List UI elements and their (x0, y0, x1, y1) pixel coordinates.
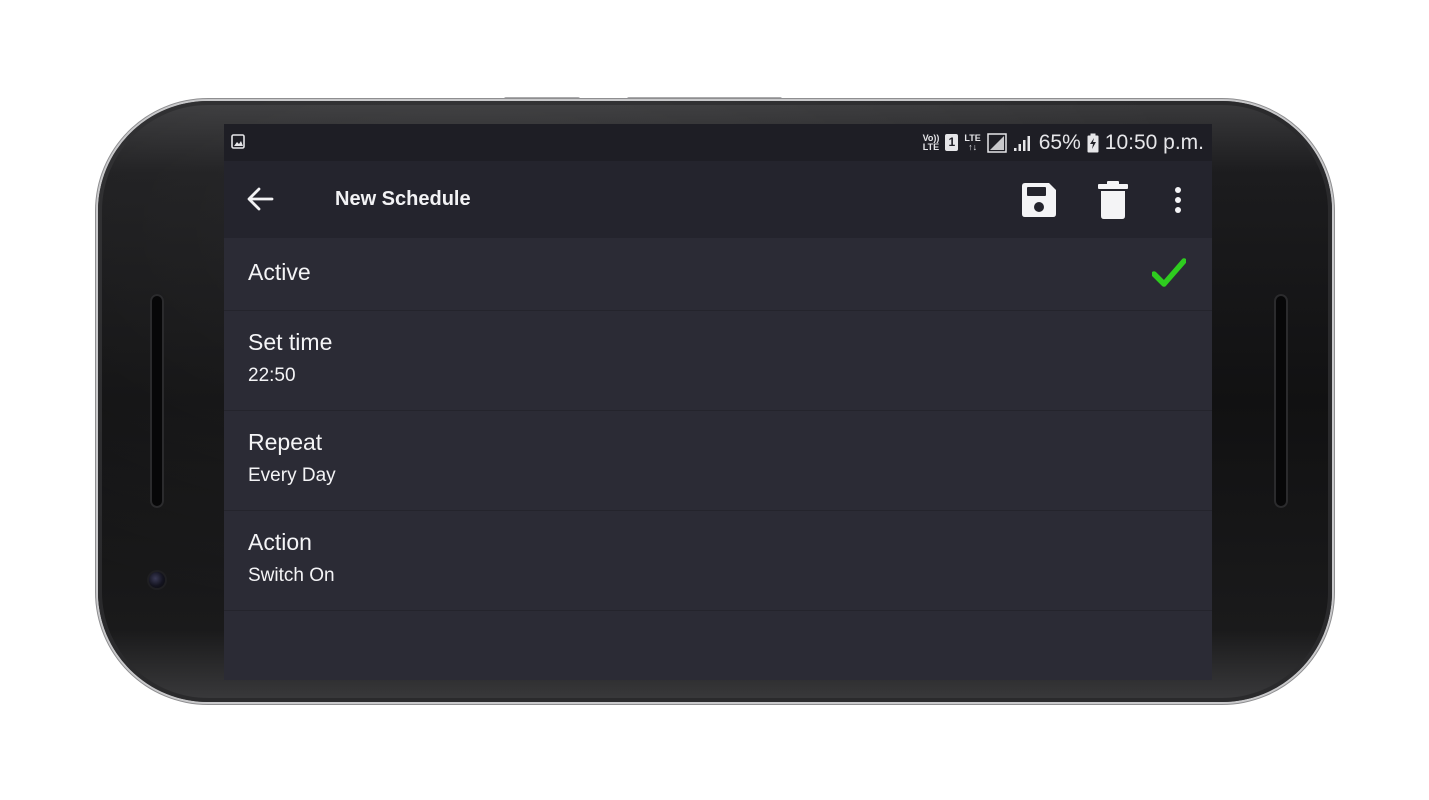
signal-sim2-icon (986, 132, 1007, 153)
signal-strength-icon (1013, 135, 1030, 151)
repeat-value: Every Day (248, 465, 336, 486)
battery-charging-icon (1087, 133, 1099, 152)
left-speaker-grille (150, 294, 164, 508)
back-button[interactable] (242, 181, 278, 217)
more-options-button[interactable] (1157, 179, 1199, 221)
page-title: New Schedule (335, 188, 471, 210)
arrow-left-icon (247, 187, 274, 211)
front-camera (149, 572, 165, 588)
repeat-label: Repeat (248, 429, 323, 455)
sim-slot-indicator: 1 (945, 134, 959, 151)
delete-button[interactable] (1092, 179, 1134, 221)
set-time-label: Set time (248, 329, 333, 355)
status-bar: Vo)) LTE 1 LTE ↑↓ 65% 10:50 p.m. (224, 124, 1212, 161)
action-row[interactable]: Action Switch On (224, 511, 1212, 611)
active-row[interactable]: Active (224, 238, 1212, 311)
right-speaker-grille (1274, 294, 1288, 508)
lte-data-indicator: LTE ↑↓ (964, 132, 981, 152)
action-value: Switch On (248, 565, 335, 586)
save-button[interactable] (1018, 179, 1060, 221)
checkmark-icon[interactable] (1152, 258, 1186, 288)
trash-icon (1098, 181, 1128, 219)
clock: 10:50 p.m. (1104, 130, 1204, 154)
set-time-value: 22:50 (248, 365, 296, 386)
status-icons: Vo)) LTE 1 LTE ↑↓ 65% 10:50 p.m. (923, 124, 1204, 161)
repeat-row[interactable]: Repeat Every Day (224, 411, 1212, 511)
more-vertical-icon (1175, 187, 1181, 213)
battery-percent: 65% (1038, 130, 1081, 154)
action-label: Action (248, 529, 312, 555)
app-toolbar: New Schedule (224, 161, 1212, 238)
floppy-disk-icon (1022, 183, 1056, 217)
active-label: Active (248, 259, 311, 285)
app-screen: Vo)) LTE 1 LTE ↑↓ 65% 10:50 p.m. New Sch… (224, 124, 1212, 680)
screenshot-stage: Vo)) LTE 1 LTE ↑↓ 65% 10:50 p.m. New Sch… (0, 0, 1429, 800)
volte-indicator: Vo)) LTE (922, 132, 940, 152)
set-time-row[interactable]: Set time 22:50 (224, 311, 1212, 411)
schedule-settings-list: Active Set time 22:50 Repeat Every Day A… (224, 238, 1212, 611)
image-notification-icon (231, 134, 245, 149)
